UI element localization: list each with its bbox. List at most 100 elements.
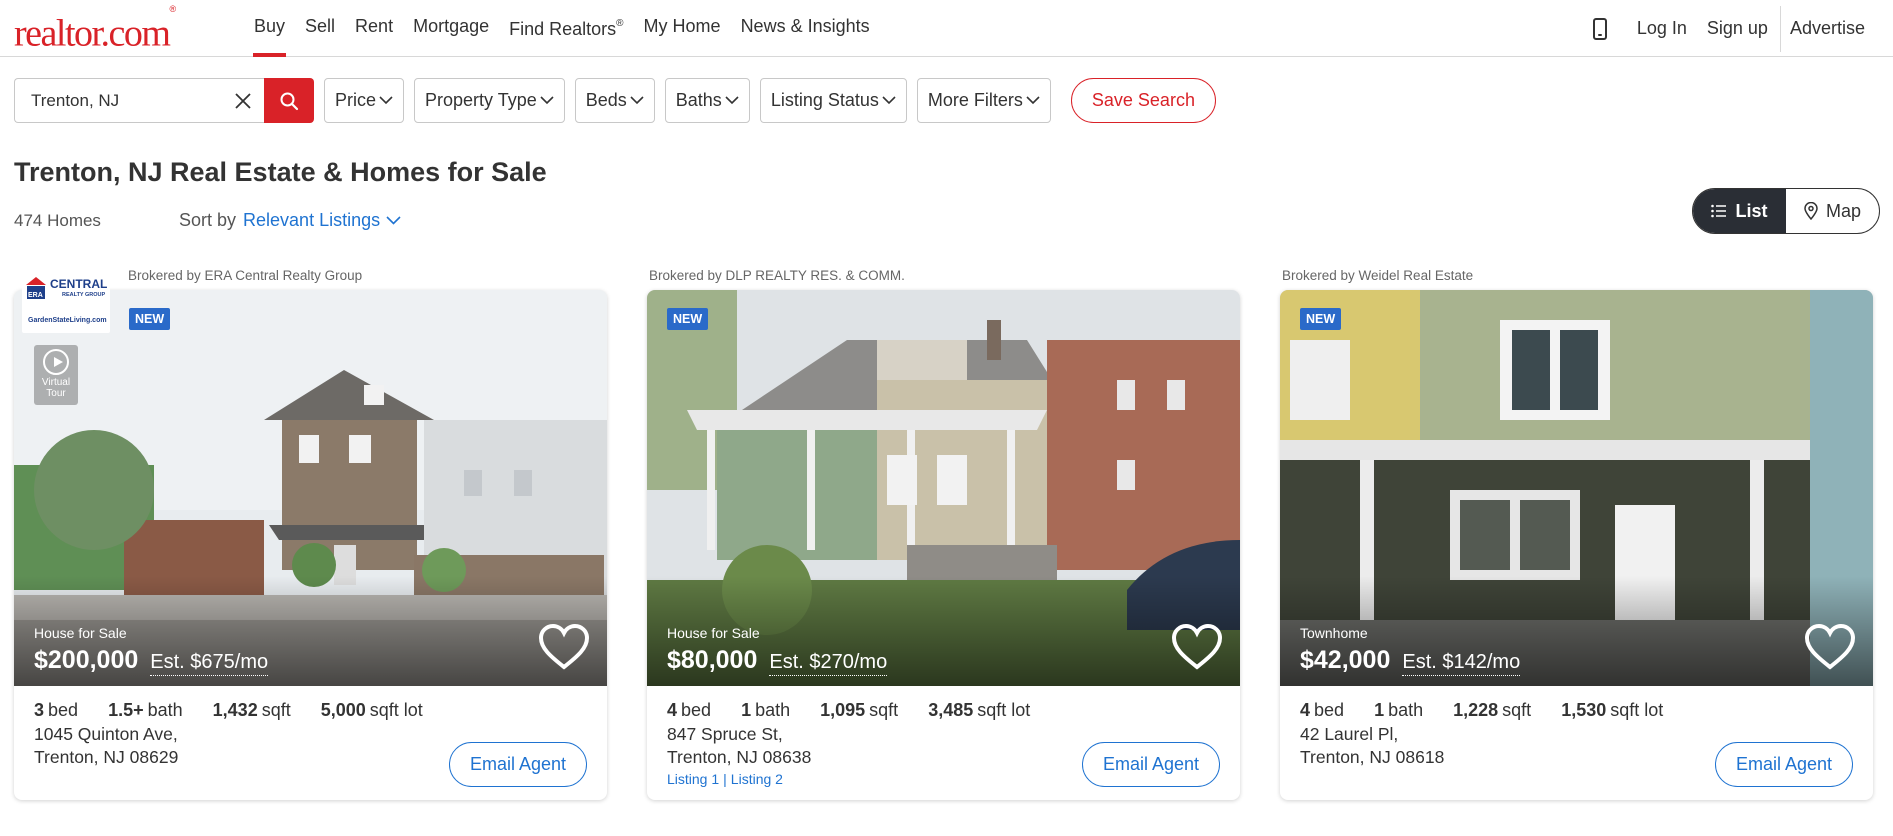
listing-photo[interactable]: NEW Townhome $42,000 Est. $142/mo <box>1280 290 1873 686</box>
mobile-phone-icon[interactable] <box>1592 17 1607 40</box>
lot-size: 3,485 sqft lot <box>928 700 1030 721</box>
baths-value: 1 <box>741 700 752 720</box>
baths-label: bath <box>147 700 183 720</box>
lot-label: sqft lot <box>977 700 1031 720</box>
save-search-button[interactable]: Save Search <box>1070 78 1216 123</box>
beds-value: 3 <box>34 700 45 720</box>
heart-icon[interactable] <box>1171 623 1223 671</box>
email-agent-button[interactable]: Email Agent <box>448 742 587 787</box>
beds-value: 4 <box>667 700 678 720</box>
chevron-down-icon <box>1026 96 1040 105</box>
location-search-input[interactable] <box>31 90 221 111</box>
email-agent-button[interactable]: Email Agent <box>1714 742 1853 787</box>
price-row: $42,000 Est. $142/mo <box>1300 646 1521 676</box>
map-view-button[interactable]: Map <box>1786 189 1879 233</box>
nav-buy[interactable]: Buy <box>252 0 287 57</box>
filter-more-filters[interactable]: More Filters <box>916 78 1051 123</box>
logo-text[interactable]: realtor.com <box>14 13 171 55</box>
sort-value[interactable]: Relevant Listings <box>243 210 380 231</box>
site-header: realtor.com® Buy Sell Rent Mortgage Find… <box>0 0 1893 57</box>
nav-find-realtors[interactable]: Find Realtors® <box>509 0 623 57</box>
new-badge: NEW <box>1300 308 1342 330</box>
listing-price: $42,000 <box>1300 646 1391 674</box>
virtual-tour-button[interactable]: Virtual Tour <box>34 345 78 405</box>
chevron-down-icon[interactable] <box>386 216 401 225</box>
filter-beds[interactable]: Beds <box>574 78 655 123</box>
listing-card[interactable]: Brokered by DLP REALTY RES. & COMM. NEW … <box>647 265 1240 805</box>
listing-card-body[interactable]: NEW Virtual Tour House for Sale $200,000… <box>14 290 607 800</box>
chevron-down-icon <box>725 96 739 105</box>
listing-card-body[interactable]: NEW Townhome $42,000 Est. $142/mo 4 bed 1… <box>1280 290 1873 800</box>
estimated-payment[interactable]: Est. $142/mo <box>1402 651 1521 676</box>
heart-icon[interactable] <box>1804 623 1856 671</box>
advertise-link[interactable]: Advertise <box>1790 18 1865 39</box>
listing-card[interactable]: Brokered by ERA Central Realty Group NEW… <box>14 265 607 805</box>
beds: 4 bed <box>667 700 711 721</box>
filter-property-type-label: Property Type <box>425 90 537 110</box>
play-icon <box>43 349 69 375</box>
list-view-label: List <box>1735 200 1768 221</box>
listing-photo[interactable]: NEW Virtual Tour House for Sale $200,000… <box>14 290 607 686</box>
email-agent-button[interactable]: Email Agent <box>1081 742 1220 787</box>
sqft-label: sqft <box>261 700 291 720</box>
sqft-label: sqft <box>869 700 899 720</box>
filter-beds-label: Beds <box>585 90 627 110</box>
listing-2-link[interactable]: Listing 2 <box>731 771 783 787</box>
filter-baths-label: Baths <box>675 90 722 110</box>
listing-specs: 4 bed 1 bath 1,095 sqft 3,485 sqft lot <box>667 700 1060 721</box>
nav-mortgage[interactable]: Mortgage <box>413 0 489 57</box>
estimated-payment[interactable]: Est. $675/mo <box>150 651 269 676</box>
listing-card-body[interactable]: NEW House for Sale $80,000 Est. $270/mo … <box>647 290 1240 800</box>
nav-sell[interactable]: Sell <box>305 0 335 57</box>
address-line-1: 1045 Quinton Ave, <box>34 724 178 744</box>
filter-price[interactable]: Price <box>324 78 405 123</box>
listing-specs: 4 bed 1 bath 1,228 sqft 1,530 sqft lot <box>1300 700 1693 721</box>
signup-link[interactable]: Sign up <box>1707 18 1768 39</box>
chevron-down-icon <box>379 96 393 105</box>
nav-my-home[interactable]: My Home <box>644 0 721 57</box>
broker-name: Brokered by Weidel Real Estate <box>1282 268 1474 283</box>
estimated-payment[interactable]: Est. $270/mo <box>769 651 888 676</box>
new-badge: NEW <box>129 308 171 330</box>
beds: 4 bed <box>1300 700 1344 721</box>
filter-baths[interactable]: Baths <box>664 78 750 123</box>
baths: 1 bath <box>1374 700 1423 721</box>
link-separator: | <box>723 771 727 787</box>
sort-control[interactable]: Sort by Relevant Listings <box>179 210 401 231</box>
chevron-down-icon <box>630 96 644 105</box>
new-badge: NEW <box>667 308 709 330</box>
chevron-down-icon <box>540 96 554 105</box>
filter-price-label: Price <box>335 90 377 110</box>
logo-registered-mark: ® <box>169 4 177 14</box>
listing-photo[interactable]: NEW House for Sale $80,000 Est. $270/mo <box>647 290 1240 686</box>
realtor-logo[interactable]: realtor.com® <box>14 4 177 56</box>
lot-value: 1,530 <box>1561 700 1607 720</box>
filter-listing-status[interactable]: Listing Status <box>759 78 907 123</box>
nav-news-insights[interactable]: News & Insights <box>741 0 870 57</box>
listing-1-link[interactable]: Listing 1 <box>667 771 719 787</box>
listing-card[interactable]: Brokered by Weidel Real Estate NEW Townh… <box>1280 265 1873 805</box>
sqft-value: 1,095 <box>820 700 866 720</box>
login-link[interactable]: Log In <box>1637 18 1687 39</box>
address-line-2: Trenton, NJ 08629 <box>34 747 179 767</box>
filter-property-type[interactable]: Property Type <box>414 78 565 123</box>
close-icon[interactable] <box>234 92 252 110</box>
lot-value: 5,000 <box>320 700 366 720</box>
view-toggle: List Map <box>1692 188 1880 234</box>
broker-name: Brokered by DLP REALTY RES. & COMM. <box>649 268 905 283</box>
list-view-button[interactable]: List <box>1693 189 1786 233</box>
lot-size: 1,530 sqft lot <box>1561 700 1663 721</box>
sqft-label: sqft <box>1502 700 1532 720</box>
filter-listing-status-label: Listing Status <box>770 90 879 110</box>
listing-links: Listing 1 | Listing 2 <box>667 771 783 787</box>
beds-label: bed <box>681 700 712 720</box>
nav-find-realtors-label[interactable]: Find Realtors <box>509 19 616 39</box>
map-pin-icon <box>1804 202 1818 220</box>
search-button[interactable] <box>264 78 314 123</box>
nav-rent[interactable]: Rent <box>355 0 393 57</box>
page-title: Trenton, NJ Real Estate & Homes for Sale <box>14 157 547 187</box>
price-row: $200,000 Est. $675/mo <box>34 646 269 676</box>
beds-label: bed <box>1314 700 1345 720</box>
header-divider <box>1779 5 1781 52</box>
heart-icon[interactable] <box>538 623 590 671</box>
